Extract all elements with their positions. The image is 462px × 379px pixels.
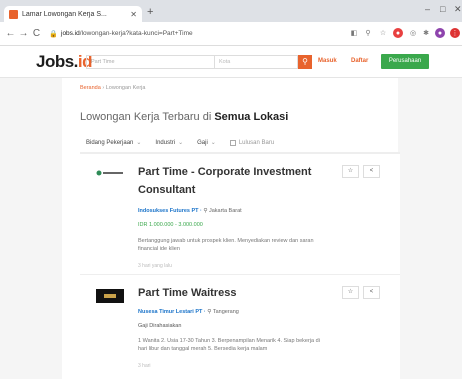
company-button[interactable]: Perusahaan [381,54,429,69]
bookmark-star-icon[interactable]: ☆ [378,28,388,38]
browser-tab[interactable]: Lamar Lowongan Kerja S... ✕ [4,6,142,22]
job-salary: Gaji Dirahasiakan [138,323,182,329]
browser-tab-bar: Lamar Lowongan Kerja S... ✕ + – □ ✕ [0,0,462,22]
filter-industry-label: Industri [155,140,176,146]
chevron-down-icon: ⌄ [210,140,216,146]
share-button[interactable]: < [363,165,380,178]
minimize-icon[interactable]: – [425,4,430,14]
puzzle-icon[interactable]: ✱ [421,28,431,38]
location-search-input[interactable]: Kota [214,55,298,69]
job-description: 1 Wanita 2. Usia 17-30 Tahun 3. Berpenam… [138,338,320,352]
job-company[interactable]: Nusesa Timur Lestari PT · ⚲ Tangerang [138,309,239,315]
site-logo[interactable]: Jobs.id [36,52,93,72]
filter-field-label: Bidang Pekerjaan [86,140,134,146]
company-logo-graphic [104,294,116,298]
chevron-down-icon: ⌄ [178,140,184,146]
lock-icon[interactable]: 🔒 [49,30,58,38]
forward-icon[interactable]: → [17,28,30,39]
company-logo [96,166,124,180]
job-posted-time: 3 hari [138,363,151,369]
share-icon: < [369,289,374,295]
job-location: Jakarta Barat [208,208,242,214]
share-icon: < [369,168,374,174]
page-title-prefix: Lowongan Kerja Terbaru di [80,111,215,123]
login-link[interactable]: Masuk [318,58,337,64]
chevron-down-icon: ⌄ [136,140,142,146]
menu-icon[interactable]: ⋮ [450,28,460,38]
filter-fresh-graduate[interactable]: Lulusan Baru [229,139,275,146]
company-name: Indosukses Futures PT [138,208,199,214]
share-button[interactable]: < [363,286,380,299]
keyword-search-input[interactable]: Part Time [86,55,214,69]
company-logo [96,289,124,303]
job-salary: IDR 1.000.000 - 3.000.000 [138,222,203,228]
url-domain: jobs.id [61,30,80,37]
search-icon: ⚲ [302,57,308,66]
profile-avatar-icon[interactable]: ● [435,28,445,38]
logo-main: Jobs. [36,52,78,71]
filter-fresh-graduate-label: Lulusan Baru [238,139,275,146]
maximize-icon[interactable]: □ [440,4,445,14]
job-posted-time: 3 hari yang lalu [138,263,172,269]
site-header: Jobs.id Part Time Kota ⚲ Masuk Daftar Pe… [0,46,462,78]
new-tab-icon[interactable]: + [147,6,153,18]
url-field[interactable]: jobs.id/lowongan-kerja?kata-kunci=Part+T… [61,30,193,37]
filter-bar: Bidang Pekerjaan ⌄ Industri ⌄ Gaji ⌄ Lulusa… [86,139,274,146]
back-icon[interactable]: ← [4,28,17,39]
breadcrumb: Beranda › Lowongan Kerja [80,85,145,91]
job-title[interactable]: Part Time - Corporate Investment Consult… [138,163,328,199]
reload-icon[interactable]: C [30,28,43,39]
filter-salary-label: Gaji [197,140,208,146]
register-link[interactable]: Daftar [351,58,368,64]
breadcrumb-current: Lowongan Kerja [105,85,146,91]
close-window-icon[interactable]: ✕ [454,4,462,15]
url-path: /lowongan-kerja?kata-kunci=Part+Time [79,30,193,37]
job-company[interactable]: Indosukses Futures PT · ⚲ Jakarta Barat [138,208,242,214]
location-pin-icon: ⚲ [203,208,208,214]
job-title[interactable]: Part Time Waitress [138,284,328,302]
search-button[interactable]: ⚲ [298,55,312,69]
zoom-icon[interactable]: ⚲ [363,28,373,38]
filter-salary[interactable]: Gaji ⌄ [197,139,216,146]
breadcrumb-home[interactable]: Beranda [80,85,101,91]
translate-icon[interactable]: ◧ [349,28,359,38]
job-card[interactable]: Part Time Waitress Nusesa Timur Lestari … [80,274,400,379]
extension-red-icon[interactable]: ● [393,28,403,38]
location-pin-icon: ⚲ [207,309,212,315]
page-title: Lowongan Kerja Terbaru di Semua Lokasi [80,111,288,123]
job-actions: ☆ < [342,165,384,178]
job-location: Tangerang [212,309,239,315]
fresh-graduate-checkbox[interactable] [229,139,236,146]
page-title-location: Semua Lokasi [214,111,289,123]
filter-industry[interactable]: Industri ⌄ [155,139,183,146]
tab-title: Lamar Lowongan Kerja S... [22,10,107,18]
bookmark-button[interactable]: ☆ [342,165,359,178]
bookmark-icon: ☆ [347,289,354,295]
job-actions: ☆ < [342,286,384,299]
breadcrumb-separator: › [102,85,105,91]
filter-field[interactable]: Bidang Pekerjaan ⌄ [86,139,141,146]
site-favicon-icon [9,9,18,19]
bookmark-button[interactable]: ☆ [342,286,359,299]
job-description: Bertanggung jawab untuk prospek klien. M… [138,238,314,252]
company-name: Nusesa Timur Lestari PT [138,309,203,315]
company-logo-graphic [96,170,123,176]
address-bar: ← → C 🔒 jobs.id/lowongan-kerja?kata-kunc… [0,22,462,46]
extension-icon[interactable]: ◎ [408,28,418,38]
tab-close-icon[interactable]: ✕ [130,10,137,19]
job-card[interactable]: Part Time - Corporate Investment Consult… [80,153,400,274]
bookmark-icon: ☆ [347,168,354,174]
